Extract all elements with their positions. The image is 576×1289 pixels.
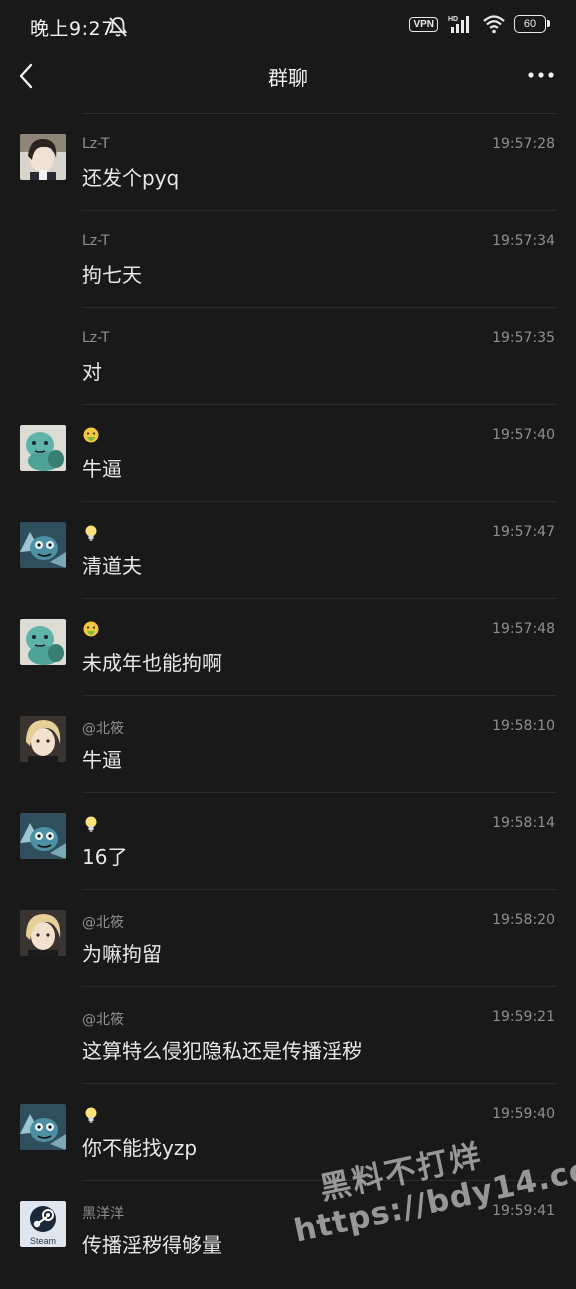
blue-cartoon-avatar[interactable] <box>20 813 66 859</box>
message-time: 19:57:35 <box>492 330 555 346</box>
status-time: 晚上9:27 <box>30 18 114 40</box>
sender-name: Lz-T <box>82 136 110 152</box>
message-time: 19:58:20 <box>492 912 555 928</box>
message-time: 19:58:14 <box>492 815 555 831</box>
green-turtle-avatar[interactable] <box>20 619 66 665</box>
message-text: 你不能找yzp <box>82 1136 198 1160</box>
message-text: 清道夫 <box>82 554 142 578</box>
message-item[interactable]: 19:58:14 16了 <box>0 793 576 890</box>
signal-icon: HD <box>448 16 469 33</box>
message-text: 传播淫秽得够量 <box>82 1233 222 1257</box>
sender-name <box>82 524 100 542</box>
sender-name <box>82 621 100 639</box>
message-item[interactable]: 19:57:40 牛逼 <box>0 405 576 502</box>
message-text: 拘七天 <box>82 263 142 287</box>
message-time: 19:57:47 <box>492 524 555 540</box>
message-text: 牛逼 <box>82 748 122 772</box>
green-turtle-avatar[interactable] <box>20 425 66 471</box>
message-text: 这算特么侵犯隐私还是传播淫秽 <box>82 1039 362 1063</box>
vomit-emoji-icon <box>83 621 99 637</box>
more-dots-icon[interactable] <box>526 64 556 86</box>
message-text: 对 <box>82 360 102 384</box>
lightbulb-icon <box>85 816 97 832</box>
message-text: 牛逼 <box>82 457 122 481</box>
message-item[interactable]: Lz-T 19:57:28 还发个pyq <box>0 114 576 211</box>
sender-name: Lz-T <box>82 233 110 249</box>
steam-logo-avatar[interactable]: Steam <box>20 1201 66 1247</box>
message-time: 19:57:28 <box>492 136 555 152</box>
message-text: 为嘛拘留 <box>82 942 162 966</box>
sender-name: @北筱 <box>82 721 124 737</box>
blonde-anime-avatar[interactable] <box>20 910 66 956</box>
nav-bar: 群聊 <box>0 50 576 102</box>
message-text: 16了 <box>82 845 128 869</box>
message-item[interactable]: Lz-T 19:57:34 拘七天 <box>0 211 576 308</box>
message-time: 19:57:34 <box>492 233 555 249</box>
message-item[interactable]: 19:57:48 未成年也能拘啊 <box>0 599 576 696</box>
sender-name: @北筱 <box>82 1012 124 1028</box>
status-bar: 晚上9:27 VPN HD 60 <box>0 0 576 56</box>
sender-name <box>82 427 100 445</box>
wifi-icon <box>483 15 505 34</box>
message-item[interactable]: Lz-T 19:57:35 对 <box>0 308 576 405</box>
sender-name: 黑洋洋 <box>82 1206 124 1222</box>
blonde-anime-avatar[interactable] <box>20 716 66 762</box>
message-item[interactable]: 19:57:47 清道夫 <box>0 502 576 599</box>
message-time: 19:58:10 <box>492 718 555 734</box>
message-item[interactable]: @北筱 19:58:20 为嘛拘留 <box>0 890 576 987</box>
sender-name: @北筱 <box>82 915 124 931</box>
message-item[interactable]: @北筱 19:58:10 牛逼 <box>0 696 576 793</box>
lightbulb-icon <box>85 1107 97 1123</box>
battery-icon: 60 <box>514 15 550 33</box>
vomit-emoji-icon <box>83 427 99 443</box>
vpn-badge: VPN <box>409 16 438 32</box>
message-text: 未成年也能拘啊 <box>82 651 222 675</box>
message-time: 19:59:21 <box>492 1009 555 1025</box>
blue-cartoon-avatar[interactable] <box>20 1104 66 1150</box>
message-time: 19:57:40 <box>492 427 555 443</box>
anime-boy-avatar[interactable] <box>20 134 66 180</box>
message-item[interactable]: @北筱 19:59:21 这算特么侵犯隐私还是传播淫秽 <box>0 987 576 1084</box>
blue-cartoon-avatar[interactable] <box>20 522 66 568</box>
sender-name <box>82 1106 100 1124</box>
status-icons: VPN HD 60 <box>409 14 550 34</box>
hd-label: HD <box>448 16 458 23</box>
bell-off-icon <box>108 17 128 37</box>
page-title: 群聊 <box>268 66 308 90</box>
sender-name <box>82 815 100 833</box>
sender-name: Lz-T <box>82 330 110 346</box>
lightbulb-icon <box>85 525 97 541</box>
message-time: 19:57:48 <box>492 621 555 637</box>
message-text: 还发个pyq <box>82 166 180 190</box>
avatar-text: Steam <box>30 1236 56 1246</box>
